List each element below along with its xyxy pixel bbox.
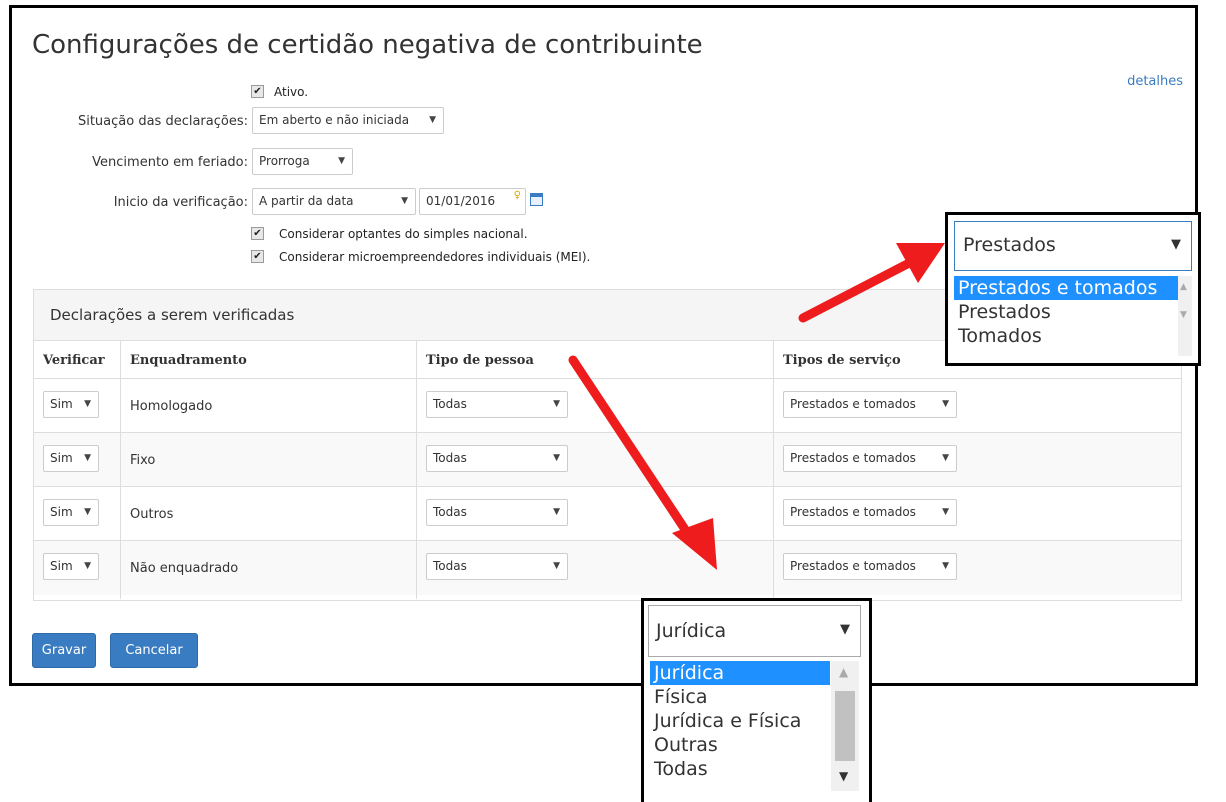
pessoa-option[interactable]: Física <box>650 685 830 709</box>
scroll-down-icon[interactable]: ▼ <box>1180 310 1187 320</box>
servico-dropdown-popup: Prestados ▼ Prestados e tomados Prestado… <box>945 212 1201 366</box>
servico-options-list: Prestados e tomados Prestados Tomados <box>954 276 1186 348</box>
pessoa-dropdown-popup: Jurídica ▼ Jurídica Física Jurídica e Fí… <box>641 598 872 802</box>
annotation-arrows <box>568 243 945 570</box>
servico-popup-value: Prestados <box>963 234 1056 256</box>
servico-option[interactable]: Prestados <box>954 300 1186 324</box>
pessoa-popup-value: Jurídica <box>656 620 727 642</box>
scrollbar-thumb[interactable] <box>835 691 855 761</box>
pessoa-option[interactable]: Outras <box>650 733 830 757</box>
pessoa-option[interactable]: Todas <box>650 757 830 781</box>
servico-option[interactable]: Prestados e tomados <box>954 276 1186 300</box>
pessoa-option[interactable]: Jurídica <box>650 661 830 685</box>
pessoa-popup-select[interactable]: Jurídica ▼ <box>648 605 861 657</box>
chevron-down-icon: ▼ <box>840 622 850 637</box>
arrow-to-servico-popup <box>798 243 945 323</box>
pessoa-options-list: Jurídica Física Jurídica e Física Outras… <box>650 661 830 781</box>
pessoa-option[interactable]: Jurídica e Física <box>650 709 830 733</box>
scroll-up-icon[interactable]: ▲ <box>1180 282 1187 292</box>
servico-option[interactable]: Tomados <box>954 324 1186 348</box>
servico-popup-select[interactable]: Prestados ▼ <box>954 221 1192 271</box>
servico-scrollbar[interactable]: ▲ ▼ <box>1178 276 1192 356</box>
scroll-up-icon[interactable]: ▲ <box>839 665 848 679</box>
pessoa-scrollbar[interactable]: ▲ ▼ <box>831 661 859 791</box>
chevron-down-icon: ▼ <box>1171 237 1181 252</box>
scroll-down-icon[interactable]: ▼ <box>839 769 848 783</box>
arrow-to-pessoa-popup <box>568 355 717 570</box>
